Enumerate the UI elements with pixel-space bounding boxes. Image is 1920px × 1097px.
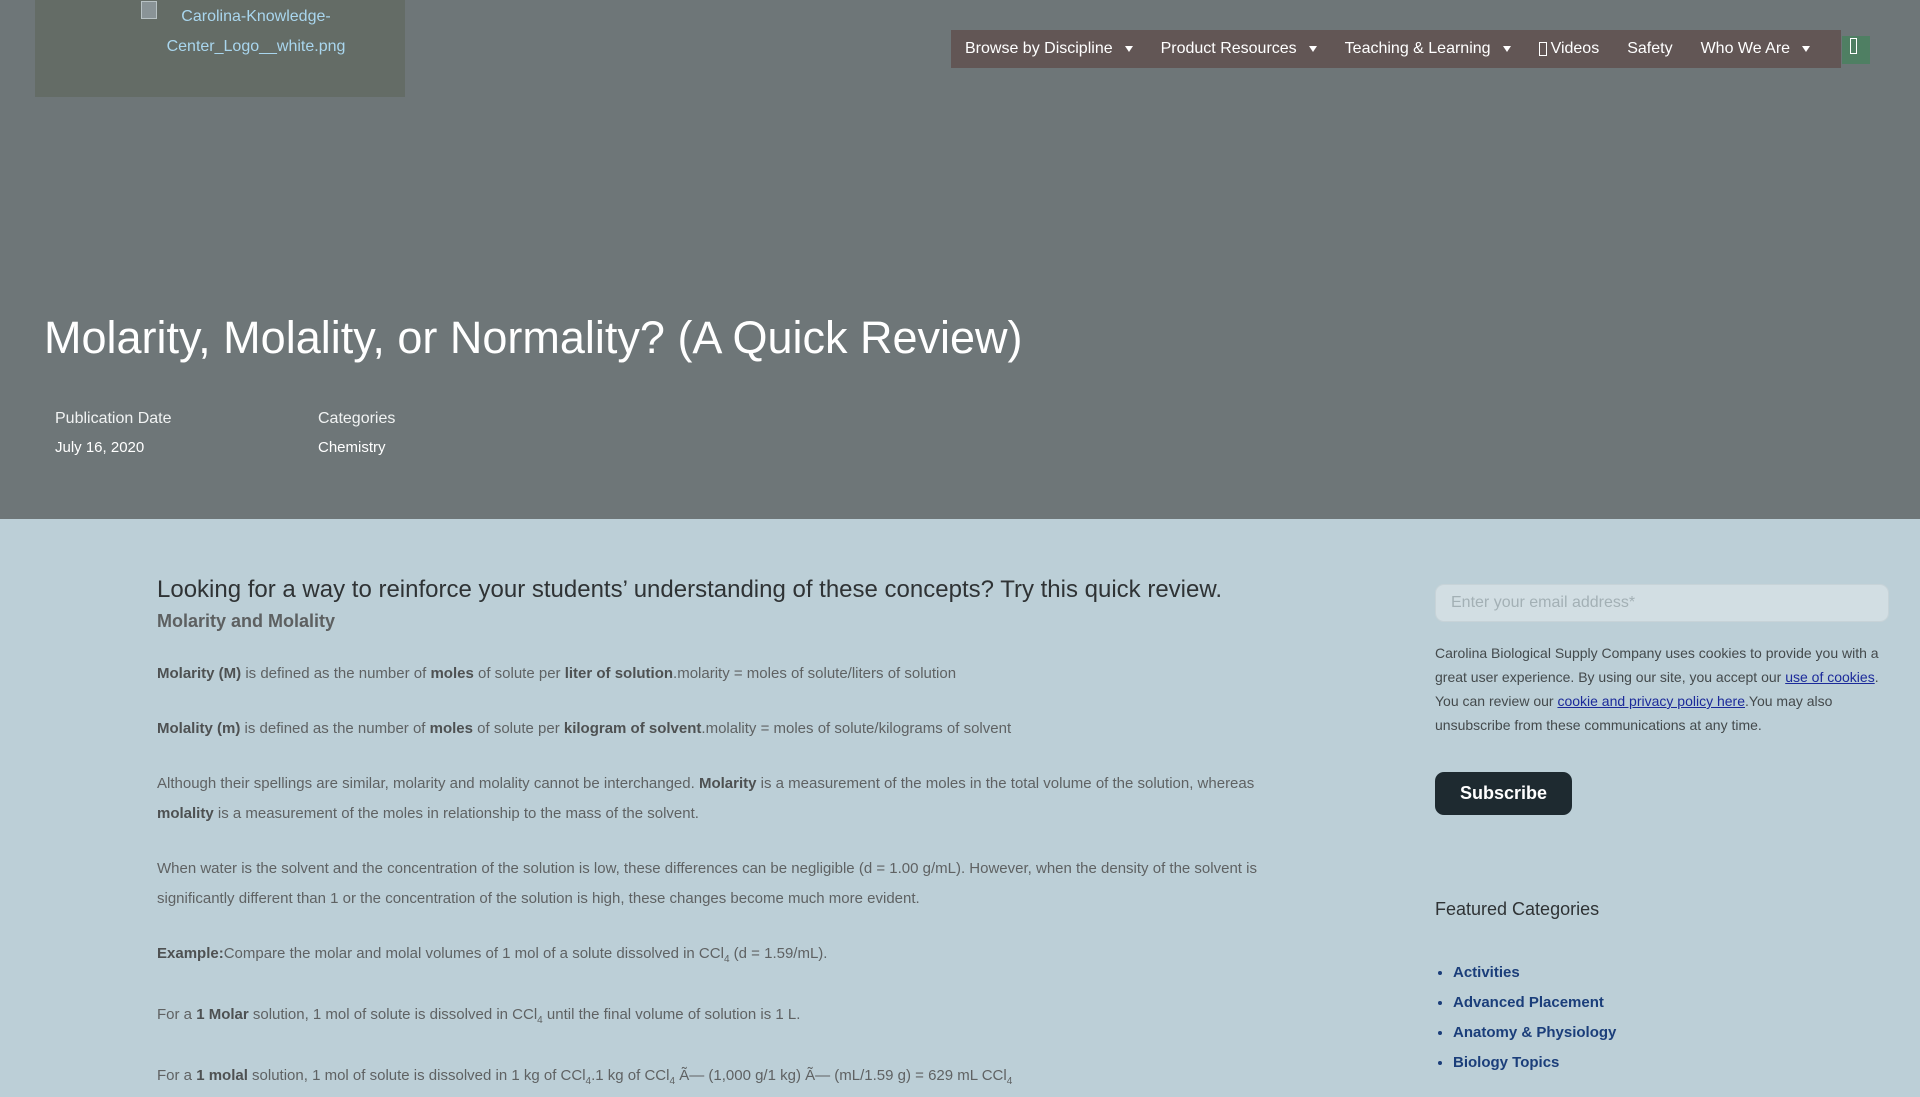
- paragraph-molality: Molality (m) is defined as the number of…: [157, 714, 1257, 744]
- text: .molarity = moles of solute/liters of so…: [673, 665, 957, 682]
- publication-date-label: Publication Date: [55, 410, 172, 427]
- paragraph-example: Example:Compare the molar and molal volu…: [157, 939, 1257, 975]
- hero-banner: Carolina-Knowledge-Center_Logo__white.pn…: [0, 0, 1920, 519]
- term: Molality (m): [157, 720, 241, 737]
- list-item[interactable]: Activities: [1453, 958, 1616, 988]
- chevron-down-icon: [1124, 46, 1133, 52]
- category-link[interactable]: Activities: [1453, 964, 1520, 981]
- subscribe-button[interactable]: Subscribe: [1435, 772, 1572, 815]
- term: moles: [430, 665, 474, 682]
- nav-teaching-learning[interactable]: Teaching & Learning: [1331, 30, 1525, 68]
- text: .molality = moles of solute/kilograms of…: [701, 720, 1012, 737]
- paragraph-density: When water is the solvent and the concen…: [157, 860, 1257, 907]
- nav-who-we-are[interactable]: Who We Are: [1687, 30, 1825, 68]
- featured-categories-list: Activities Advanced Placement Anatomy & …: [1435, 958, 1616, 1078]
- text: is a measurement of the moles in relatio…: [213, 805, 699, 822]
- text: is a measurement of the moles in the tot…: [756, 775, 1255, 792]
- main-nav: Browse by Discipline Product Resources T…: [951, 30, 1841, 68]
- nav-videos[interactable]: Videos: [1525, 30, 1614, 68]
- text: is defined as the number of: [241, 665, 431, 682]
- section-heading: Molarity and Molality: [157, 611, 336, 631]
- category-link[interactable]: Anatomy & Physiology: [1453, 1024, 1616, 1041]
- nav-browse-by-discipline[interactable]: Browse by Discipline: [951, 30, 1147, 68]
- paragraph-molal: For a 1 molal solution, 1 mol of solute …: [157, 1061, 1257, 1097]
- category-link[interactable]: Biology Topics: [1453, 1054, 1559, 1071]
- paragraph-molar: For a 1 Molar solution, 1 mol of solute …: [157, 1000, 1257, 1036]
- text: is defined as the number of: [240, 720, 430, 737]
- text: Ã— (1,000 g/1 kg) Ã— (mL/1.59 g) = 629 m…: [675, 1067, 1007, 1084]
- nav-label: Product Resources: [1160, 40, 1297, 57]
- cookie-notice: Carolina Biological Supply Company uses …: [1435, 641, 1897, 737]
- category-link[interactable]: Advanced Placement: [1453, 994, 1604, 1011]
- term: kilogram of solvent: [563, 720, 702, 737]
- text: Although their spellings are similar, mo…: [157, 775, 699, 792]
- email-field[interactable]: [1436, 585, 1888, 621]
- text: .1 kg of CCl: [591, 1067, 670, 1084]
- term: 1 Molar: [196, 1006, 249, 1023]
- site-logo[interactable]: Carolina-Knowledge-Center_Logo__white.pn…: [35, 0, 405, 97]
- term: Molarity (M): [157, 665, 242, 682]
- chevron-down-icon: [1802, 46, 1811, 52]
- email-field-wrapper: [1435, 584, 1889, 622]
- text: Compare the molar and molal volumes of 1…: [223, 945, 724, 962]
- page-title: Molarity, Molality, or Normality? (A Qui…: [44, 312, 1023, 363]
- text: solution, 1 mol of solute is dissolved i…: [247, 1067, 586, 1084]
- text: of solute per: [473, 665, 565, 682]
- term: moles: [429, 720, 473, 737]
- chevron-down-icon: [1308, 46, 1317, 52]
- nav-label: Browse by Discipline: [965, 40, 1113, 57]
- category-link[interactable]: Chemistry: [318, 439, 386, 456]
- search-button[interactable]: [1842, 36, 1870, 64]
- term: molality: [157, 805, 214, 822]
- nav-label: Who We Are: [1700, 40, 1791, 57]
- term: Molarity: [698, 775, 757, 792]
- text: solution, 1 mol of solute is dissolved i…: [248, 1006, 538, 1023]
- logo-alt-text[interactable]: Carolina-Knowledge-Center_Logo__white.pn…: [141, 2, 371, 62]
- video-icon: [1538, 42, 1547, 56]
- search-icon: [1850, 38, 1857, 54]
- paragraph-molarity: Molarity (M) is defined as the number of…: [157, 659, 1257, 689]
- publication-date: July 16, 2020: [55, 439, 145, 456]
- nav-label: Teaching & Learning: [1344, 40, 1491, 57]
- list-item[interactable]: Anatomy & Physiology: [1453, 1018, 1616, 1048]
- featured-categories-heading: Featured Categories: [1435, 899, 1600, 919]
- nav-product-resources[interactable]: Product Resources: [1147, 30, 1331, 68]
- term: liter of solution: [564, 665, 674, 682]
- nav-label: Videos: [1550, 40, 1600, 57]
- list-item[interactable]: Biology Topics: [1453, 1048, 1616, 1078]
- text: (d = 1.59/mL).: [729, 945, 828, 962]
- use-of-cookies-link[interactable]: use of cookies: [1785, 669, 1875, 685]
- categories-label: Categories: [318, 410, 396, 427]
- text: For a: [157, 1006, 197, 1023]
- article-body: Looking for a way to reinforce your stud…: [157, 574, 1257, 1097]
- text: For a: [157, 1067, 197, 1084]
- article-intro: Looking for a way to reinforce your stud…: [157, 576, 1223, 603]
- privacy-policy-link[interactable]: cookie and privacy policy here: [1557, 693, 1745, 709]
- chevron-down-icon: [1502, 46, 1511, 52]
- text: until the final volume of solution is 1 …: [542, 1006, 801, 1023]
- list-item[interactable]: Advanced Placement: [1453, 988, 1616, 1018]
- paragraph-comparison: Although their spellings are similar, mo…: [157, 769, 1257, 829]
- nav-label: Safety: [1627, 40, 1673, 57]
- subscript: 4: [1006, 1076, 1013, 1087]
- term: Example:: [157, 945, 224, 962]
- text: of solute per: [472, 720, 564, 737]
- nav-safety[interactable]: Safety: [1613, 30, 1686, 68]
- term: 1 molal: [196, 1067, 248, 1084]
